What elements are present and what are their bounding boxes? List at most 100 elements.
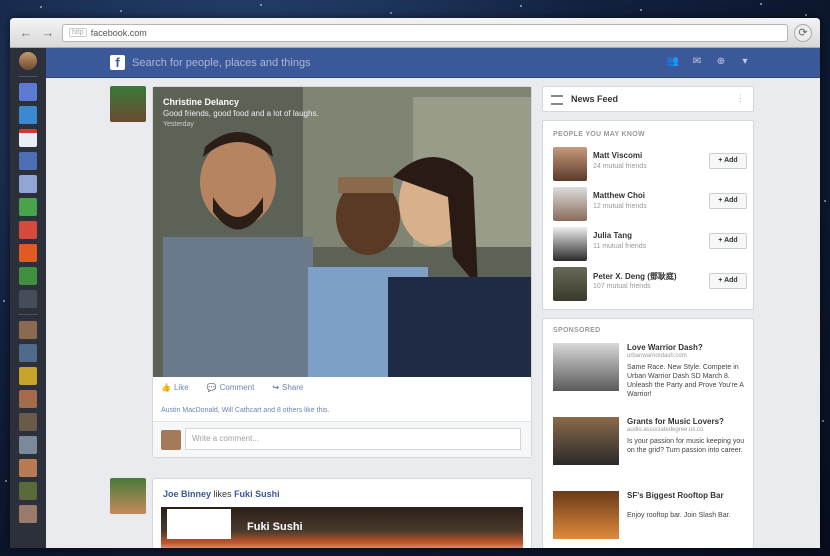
person-avatar[interactable] (553, 187, 587, 221)
friend-avatar[interactable] (19, 505, 37, 523)
sponsored-ads: SPONSORED Love Warrior Dash? urbanwarrio… (542, 318, 754, 548)
author-avatar[interactable] (110, 478, 146, 514)
news-feed-label: News Feed (571, 94, 619, 104)
likes-summary[interactable]: Austin MacDonald, Will Cathcart and 8 ot… (161, 407, 329, 414)
person-name[interactable]: Matt Viscomi (593, 151, 642, 160)
messages-icon[interactable] (19, 106, 37, 124)
right-column: News Feed ⋮ PEOPLE YOU MAY KNOW Matt Vis… (542, 78, 754, 548)
add-friend-button[interactable]: + Add (709, 153, 747, 169)
ad-unit[interactable]: Love Warrior Dash? urbanwarriordash.com … (553, 343, 749, 413)
suggested-person: Peter X. Deng (鄧耿庭) 107 mutual friends +… (553, 267, 749, 301)
settings-caret-icon[interactable]: ▾ (738, 56, 752, 68)
friend-avatar[interactable] (19, 344, 37, 362)
comment-composer: Write a comment... (153, 421, 531, 457)
comment-input[interactable]: Write a comment... (185, 428, 521, 450)
browser-toolbar: ← → http facebook.com ⟳ (10, 18, 820, 48)
person-avatar[interactable] (553, 267, 587, 301)
news-feed-filter[interactable]: News Feed ⋮ (542, 86, 754, 112)
add-friend-button[interactable]: + Add (709, 273, 747, 289)
mutual-friends[interactable]: 24 mutual friends (593, 163, 647, 170)
author-avatar[interactable] (110, 86, 146, 122)
story-actions: 👍 Like 💬 Comment ↪ Share (161, 383, 303, 392)
facebook-logo-icon[interactable]: f (110, 55, 125, 70)
mutual-friends[interactable]: 12 mutual friends (593, 203, 647, 210)
ad-title[interactable]: Grants for Music Lovers? (627, 417, 724, 426)
mutual-friends[interactable]: 107 mutual friends (593, 283, 651, 290)
ad-image[interactable] (553, 343, 619, 391)
person-name[interactable]: Julia Tang (593, 231, 632, 240)
story-author-name[interactable]: Joe Binney (163, 489, 211, 499)
friend-avatar[interactable] (19, 413, 37, 431)
ad-description: Is your passion for music keeping you on… (627, 438, 745, 454)
ad-url: audio.associatedegree.us.co (627, 427, 704, 433)
news-feed-icon[interactable] (19, 83, 37, 101)
game-app-icon[interactable] (19, 221, 37, 239)
story-header: Joe Binney likes Fuki Sushi (163, 489, 280, 499)
suggested-person: Matt Viscomi 24 mutual friends + Add (553, 147, 749, 181)
header-icons: 👥 ✉ ⊕ ▾ (666, 56, 752, 68)
photos-icon[interactable] (19, 152, 37, 170)
more-icon[interactable] (19, 290, 37, 308)
friend-avatar[interactable] (19, 459, 37, 477)
person-avatar[interactable] (553, 227, 587, 261)
groups-icon[interactable] (19, 175, 37, 193)
add-friend-button[interactable]: + Add (709, 233, 747, 249)
search-input[interactable]: Search for people, places and things (132, 54, 392, 72)
like-label: Like (173, 383, 189, 392)
share-label: Share (282, 383, 304, 392)
mutual-friends[interactable]: 11 mutual friends (593, 243, 646, 250)
divider (18, 76, 38, 77)
ad-image[interactable] (553, 417, 619, 465)
liked-page-link[interactable]: Fuki Sushi (234, 489, 280, 499)
ad-unit[interactable]: SF's Biggest Rooftop Bar Enjoy rooftop b… (553, 491, 749, 548)
address-bar[interactable]: http facebook.com (62, 23, 788, 42)
search-app-icon[interactable] (19, 198, 37, 216)
ad-url: urbanwarriordash.com (627, 353, 687, 359)
ad-title[interactable]: Love Warrior Dash? (627, 343, 703, 352)
pymk-title: PEOPLE YOU MAY KNOW (553, 131, 645, 138)
story-timestamp[interactable]: Yesterday (163, 121, 194, 128)
page-logo (167, 509, 231, 539)
like-icon: 👍 (161, 383, 171, 392)
video-app-icon[interactable] (19, 244, 37, 262)
people-you-may-know: PEOPLE YOU MAY KNOW Matt Viscomi 24 mutu… (542, 120, 754, 310)
back-button[interactable]: ← (18, 25, 34, 41)
page-title[interactable]: Fuki Sushi (247, 521, 303, 533)
story-verb: likes (213, 489, 232, 499)
url-scheme: http (69, 28, 87, 37)
comment-icon: 💬 (206, 383, 217, 392)
like-button[interactable]: 👍 Like (161, 383, 189, 392)
share-button[interactable]: ↪ Share (272, 383, 303, 392)
person-name[interactable]: Peter X. Deng (鄧耿庭) (593, 271, 677, 282)
person-avatar[interactable] (553, 147, 587, 181)
notifications-icon[interactable]: ⊕ (714, 56, 728, 68)
friend-avatar[interactable] (19, 367, 37, 385)
messages-icon[interactable]: ✉ (690, 56, 704, 68)
story-photo[interactable]: Christine Delancy Good friends, good foo… (153, 87, 531, 377)
events-icon[interactable] (19, 129, 37, 147)
friend-avatar[interactable] (19, 390, 37, 408)
comment-button[interactable]: 💬 Comment (207, 383, 255, 392)
share-icon: ↪ (272, 383, 280, 392)
profile-avatar[interactable] (19, 52, 37, 70)
friend-avatar[interactable] (19, 436, 37, 454)
story-author-name[interactable]: Christine Delancy (163, 97, 239, 107)
more-options-icon[interactable]: ⋮ (736, 93, 745, 104)
reload-button[interactable]: ⟳ (794, 23, 812, 42)
ad-unit[interactable]: Grants for Music Lovers? audio.associate… (553, 417, 749, 487)
pages-app-icon[interactable] (19, 267, 37, 285)
friend-avatar[interactable] (19, 321, 37, 339)
main-content: Christine Delancy Good friends, good foo… (46, 78, 820, 548)
suggested-person: Julia Tang 11 mutual friends + Add (553, 227, 749, 261)
story-caption: Good friends, good food and a lot of lau… (163, 109, 319, 118)
friend-avatar[interactable] (19, 482, 37, 500)
person-name[interactable]: Matthew Choi (593, 191, 645, 200)
ad-title[interactable]: SF's Biggest Rooftop Bar (627, 491, 724, 500)
add-label: Add (724, 197, 738, 204)
ad-image[interactable] (553, 491, 619, 539)
add-friend-button[interactable]: + Add (709, 193, 747, 209)
forward-button[interactable]: → (40, 25, 56, 41)
add-label: Add (724, 277, 738, 284)
news-feed-icon (551, 95, 563, 105)
friend-requests-icon[interactable]: 👥 (666, 56, 680, 68)
